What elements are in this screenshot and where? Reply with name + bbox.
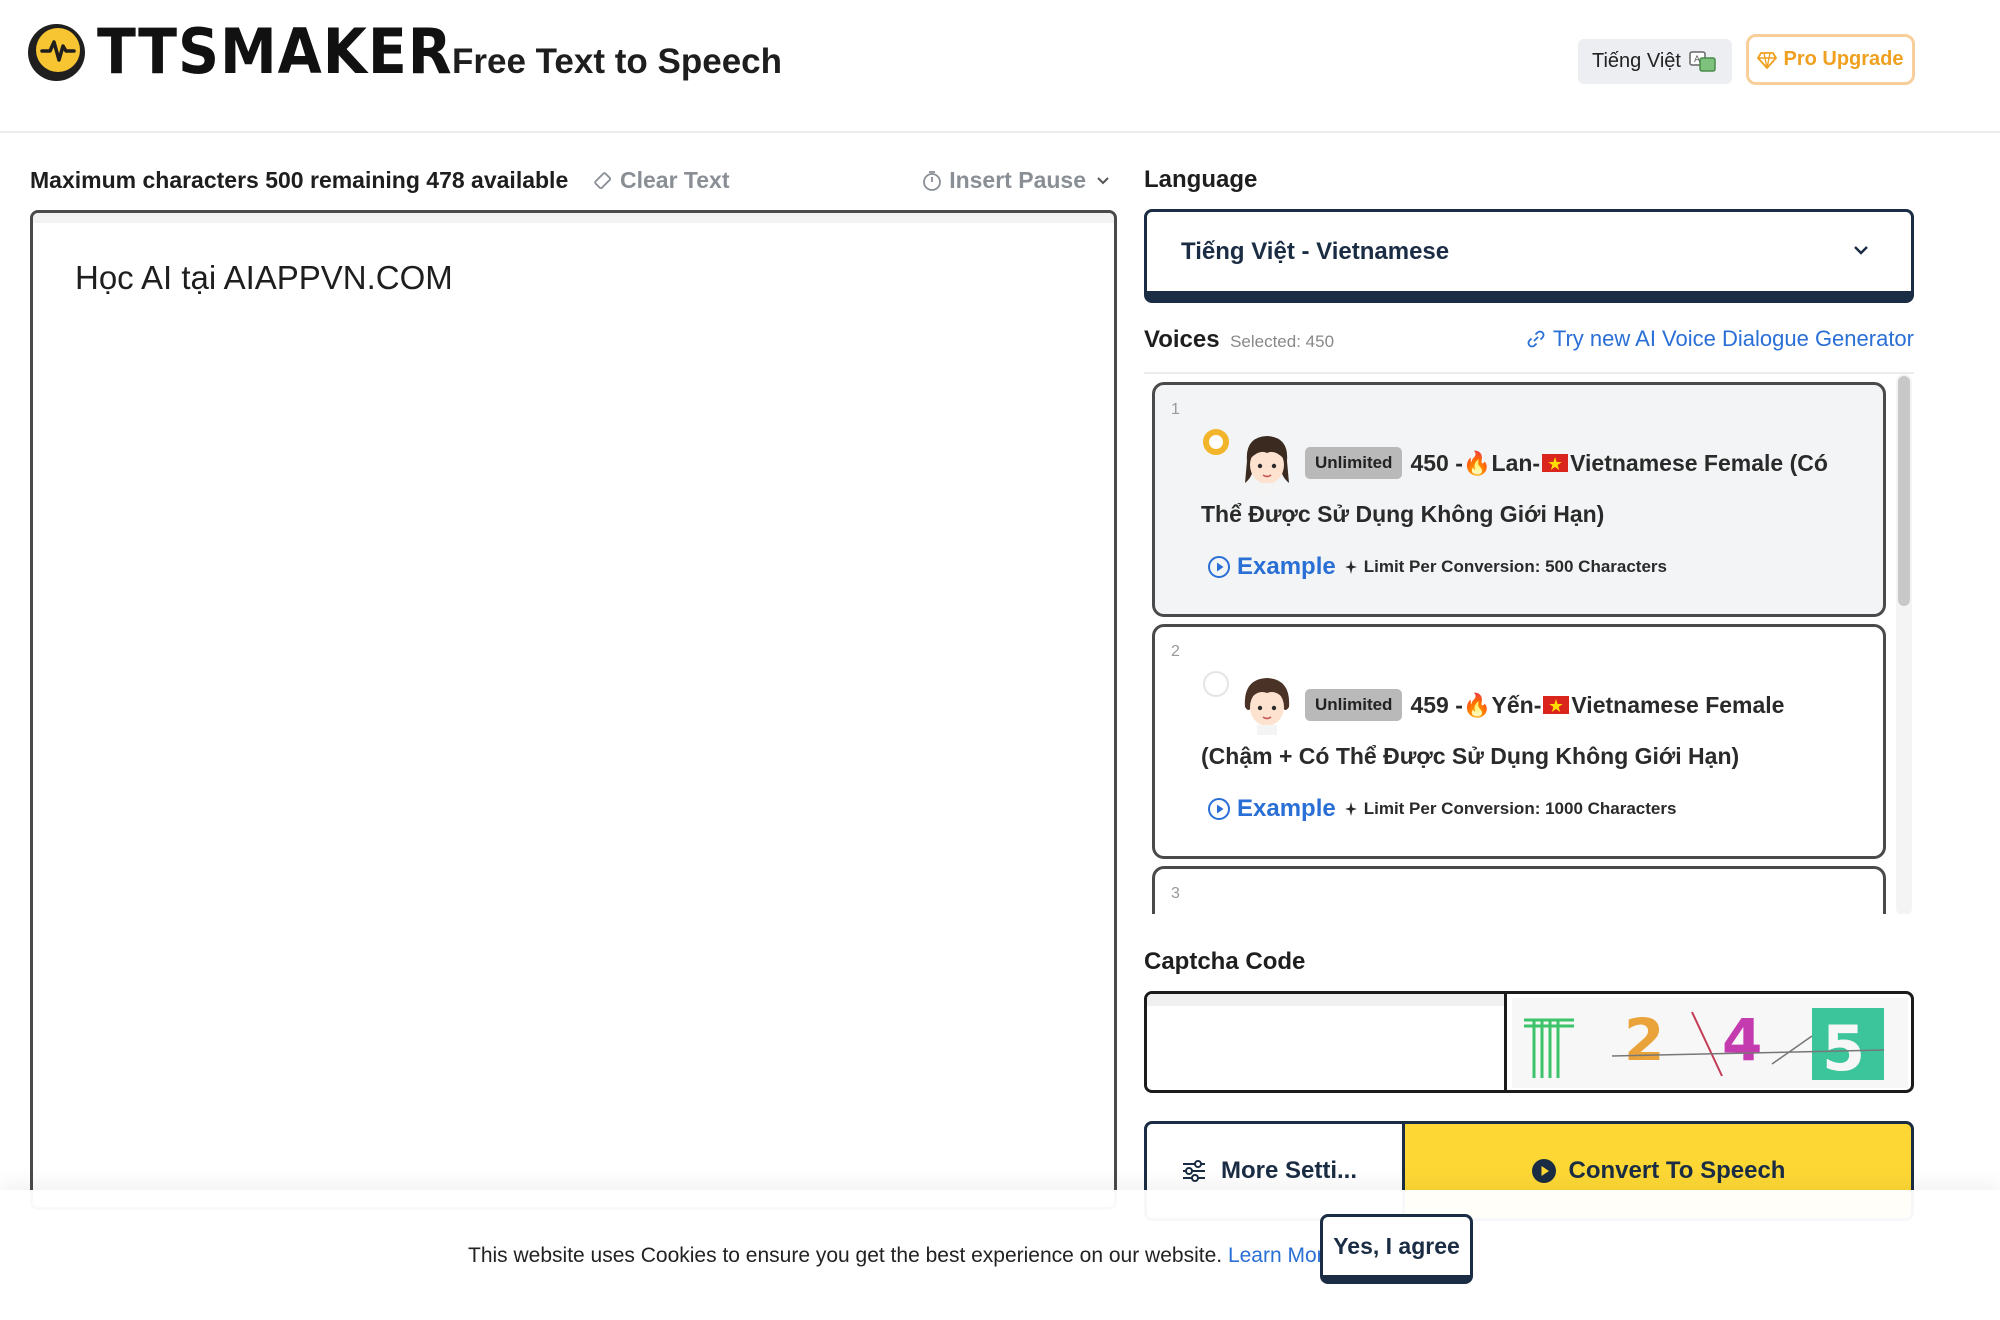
scrollbar-thumb[interactable] (1898, 376, 1910, 606)
conversion-limit-label: Limit Per Conversion: 1000 Characters (1363, 799, 1677, 818)
sparkle-icon (1344, 560, 1357, 574)
eraser-icon (594, 171, 612, 189)
site-logo[interactable]: TTSMAKER (28, 15, 483, 88)
captcha-char-4: 4 (1722, 1006, 1762, 1074)
voice-title: Unlimited 450 - 🔥 Lan- Vietnamese Female… (1305, 447, 1828, 479)
insert-pause-dropdown[interactable]: Insert Pause (921, 167, 1116, 194)
pro-upgrade-button[interactable]: Pro Upgrade (1746, 34, 1915, 85)
sparkle-icon (1344, 802, 1357, 816)
more-settings-label: More Setti... (1221, 1157, 1358, 1184)
voice-description-cont: Thể Được Sử Dụng Không Giới Hạn) (1201, 501, 1605, 527)
voice-meta: Example Limit Per Conversion: 500 Charac… (1207, 553, 1667, 581)
example-label: Example (1237, 553, 1336, 580)
unlimited-badge: Unlimited (1305, 689, 1403, 721)
cookie-agree-button[interactable]: Yes, I agree (1320, 1214, 1473, 1284)
voice-dialogue-link[interactable]: Try new AI Voice Dialogue Generator (1527, 326, 1914, 352)
language-selected-value: Tiếng Việt - Vietnamese (1181, 237, 1450, 265)
voice-id: 450 - (1410, 449, 1463, 476)
text-area-top-strip (33, 213, 1114, 223)
text-input-area[interactable]: Học AI tại AIAPPVN.COM (30, 210, 1117, 1210)
voice-index: 1 (1171, 401, 1180, 418)
conversion-limit: Limit Per Conversion: 500 Characters (1344, 557, 1667, 577)
play-circle-icon (1208, 798, 1230, 820)
logo-wordmark: TTSMAKER (97, 15, 453, 88)
svg-text:A: A (1694, 55, 1701, 65)
voice-description: Vietnamese Female (1571, 691, 1785, 718)
voice-radio[interactable] (1203, 671, 1229, 697)
voice-list[interactable]: 1 Unlimited 450 - 🔥 Lan- Vietnamese Fema… (1144, 372, 1914, 914)
insert-pause-label: Insert Pause (949, 167, 1086, 193)
fire-icon: 🔥 (1462, 449, 1492, 476)
fire-icon: 🔥 (1462, 691, 1492, 718)
voice-id: 459 - (1410, 691, 1463, 718)
voice-index: 3 (1171, 885, 1180, 902)
link-icon (1527, 330, 1545, 348)
unlimited-badge: Unlimited (1305, 447, 1403, 479)
site-header: TTSMAKER Free Text to Speech Tiếng Việt … (0, 0, 2000, 133)
voice-dialogue-link-label: Try new AI Voice Dialogue Generator (1552, 326, 1914, 351)
text-input-content[interactable]: Học AI tại AIAPPVN.COM (75, 259, 453, 297)
character-counter: Maximum characters 500 remaining 478 ava… (30, 167, 569, 193)
example-play-button[interactable]: Example (1207, 553, 1336, 581)
clear-text-label: Clear Text (620, 167, 730, 193)
play-circle-icon (1531, 1159, 1556, 1183)
language-select[interactable]: Tiếng Việt - Vietnamese (1144, 209, 1914, 303)
voice-index: 2 (1171, 643, 1180, 660)
example-label: Example (1237, 795, 1336, 822)
pro-upgrade-label: Pro Upgrade (1783, 48, 1904, 70)
cookie-consent-bar: This website uses Cookies to ensure you … (0, 1190, 2000, 1320)
captcha-image[interactable]: 2 4 5 (1512, 998, 1908, 1088)
voice-description: Vietnamese Female (Có (1570, 449, 1828, 476)
voice-card-450[interactable]: 1 Unlimited 450 - 🔥 Lan- Vietnamese Fema… (1152, 382, 1886, 617)
voice-name: Lan- (1491, 449, 1541, 476)
voices-header: Voices Selected: 450 Try new AI Voice Di… (1144, 326, 1914, 360)
chevron-down-icon (1097, 176, 1109, 184)
cookie-message: This website uses Cookies to ensure you … (468, 1244, 1335, 1268)
female-avatar-icon (1244, 678, 1290, 735)
vietnam-flag-icon (1542, 454, 1569, 472)
language-label: Language (1144, 166, 1258, 193)
conversion-limit-label: Limit Per Conversion: 500 Characters (1363, 557, 1667, 576)
captcha-container: 2 4 5 (1144, 991, 1914, 1093)
voices-label: Voices (1144, 326, 1220, 353)
captcha-label: Captcha Code (1144, 948, 1306, 975)
language-switch-button[interactable]: Tiếng Việt A (1578, 39, 1732, 84)
captcha-char-5: 5 (1822, 1012, 1865, 1085)
captcha-input-strip (1147, 994, 1504, 1006)
convert-label: Convert To Speech (1568, 1157, 1786, 1184)
timer-icon (923, 170, 942, 191)
voice-radio-selected[interactable] (1203, 429, 1229, 455)
example-play-button[interactable]: Example (1207, 795, 1336, 823)
editor-toolbar: Maximum characters 500 remaining 478 ava… (30, 163, 1116, 197)
site-tagline: Free Text to Speech (452, 42, 783, 81)
voice-card-459[interactable]: 2 Unlimited 459 - 🔥 Yến- Vietnamese Fema… (1152, 624, 1886, 859)
vietnam-flag-icon (1543, 696, 1570, 714)
female-avatar-icon (1245, 436, 1289, 493)
voices-selected-info: Selected: 450 (1230, 332, 1335, 351)
waveform-logo-icon (28, 23, 85, 81)
voice-list-scrollbar[interactable] (1896, 374, 1912, 914)
voice-title: Unlimited 459 - 🔥 Yến- Vietnamese Female (1305, 689, 1784, 721)
translate-icon: A (1689, 50, 1716, 72)
voice-meta: Example Limit Per Conversion: 1000 Chara… (1207, 795, 1676, 823)
voice-description-cont: (Chậm + Có Thể Được Sử Dụng Không Giới H… (1201, 743, 1740, 769)
diamond-icon (1757, 51, 1778, 69)
conversion-limit: Limit Per Conversion: 1000 Characters (1344, 799, 1677, 819)
voice-name: Yến- (1491, 691, 1542, 718)
voice-card-3[interactable]: 3 (1152, 866, 1886, 914)
play-circle-icon (1208, 556, 1230, 578)
captcha-input[interactable] (1147, 994, 1507, 1090)
language-switch-label: Tiếng Việt (1592, 50, 1681, 72)
sliders-icon (1183, 1160, 1205, 1182)
cookie-message-text: This website uses Cookies to ensure you … (468, 1244, 1223, 1267)
clear-text-button[interactable]: Clear Text (592, 167, 730, 194)
chevron-down-icon (1854, 246, 1868, 255)
captcha-char-2: 2 (1624, 1006, 1664, 1074)
